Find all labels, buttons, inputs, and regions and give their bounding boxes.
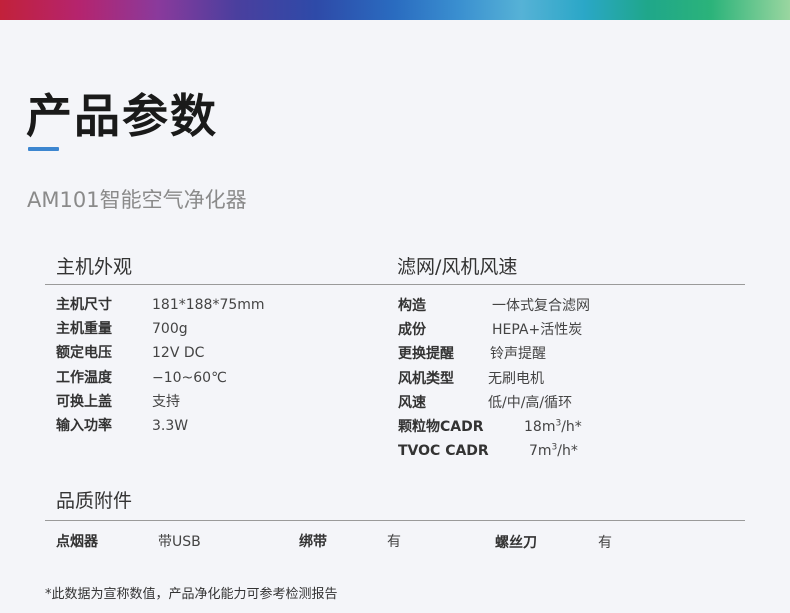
spec-row: 更换提醒 铃声提醒	[398, 344, 738, 364]
spec-value: 700g	[152, 321, 188, 337]
specs-divider	[45, 284, 745, 285]
spec-value: 18m3/h*	[524, 417, 582, 437]
spec-value: HEPA+活性炭	[492, 322, 583, 338]
accessory-label: 绑带	[299, 534, 327, 550]
spec-row: 主机尺寸 181*188*75mm	[56, 295, 356, 315]
spec-label: 构造	[398, 298, 426, 314]
cadr-value-suffix: /h*	[561, 419, 582, 435]
spec-row: 风速 低/中/高/循环	[398, 393, 738, 413]
spec-value: 181*188*75mm	[152, 297, 265, 313]
spec-label: 成份	[398, 322, 426, 338]
spec-value: 3.3W	[152, 418, 189, 434]
spec-row: 成份 HEPA+活性炭	[398, 320, 738, 340]
spec-row: 颗粒物CADR 18m3/h*	[398, 417, 738, 437]
spec-row: 输入功率 3.3W	[56, 416, 356, 436]
filter-section-heading: 滤网/风机风速	[397, 256, 518, 278]
top-banner	[0, 0, 790, 20]
spec-label: TVOC CADR	[398, 443, 489, 459]
spec-value: 低/中/高/循环	[488, 395, 573, 411]
accessory-item: 绑带 有	[299, 532, 459, 552]
product-subtitle: AM101智能空气净化器	[27, 188, 247, 212]
spec-label: 输入功率	[56, 418, 112, 434]
spec-label: 工作温度	[56, 370, 112, 386]
spec-row: 构造 一体式复合滤网	[398, 296, 738, 316]
spec-label: 风速	[398, 395, 426, 411]
spec-label: 风机类型	[398, 371, 454, 387]
spec-value: −10~60℃	[152, 370, 227, 386]
spec-label: 主机尺寸	[56, 297, 112, 313]
title-underline	[28, 147, 59, 151]
spec-row: 额定电压 12V DC	[56, 343, 356, 363]
spec-label: 更换提醒	[398, 346, 454, 362]
spec-row: 可换上盖 支持	[56, 392, 356, 412]
accessory-value: 有	[387, 534, 401, 550]
accessories-divider	[45, 520, 745, 521]
spec-label: 可换上盖	[56, 394, 112, 410]
cadr-value-suffix: /h*	[557, 443, 578, 459]
spec-row: TVOC CADR 7m3/h*	[398, 441, 738, 461]
spec-value: 支持	[152, 394, 180, 410]
spec-label: 额定电压	[56, 345, 112, 361]
spec-label: 主机重量	[56, 321, 112, 337]
spec-label: 颗粒物CADR	[398, 419, 484, 435]
spec-row: 风机类型 无刷电机	[398, 369, 738, 389]
spec-value: 一体式复合滤网	[492, 298, 590, 314]
page-title: 产品参数	[26, 89, 218, 143]
spec-value: 无刷电机	[488, 371, 544, 387]
cadr-value-prefix: 7m	[529, 443, 552, 459]
spec-value: 铃声提醒	[490, 346, 546, 362]
accessory-label: 螺丝刀	[495, 535, 537, 551]
accessory-label: 点烟器	[56, 534, 98, 550]
accessory-item: 螺丝刀 有	[495, 533, 655, 553]
spec-value: 12V DC	[152, 345, 205, 361]
host-section-heading: 主机外观	[56, 256, 133, 278]
accessories-section-heading: 品质附件	[56, 490, 133, 512]
spec-row: 主机重量 700g	[56, 319, 356, 339]
spec-value: 7m3/h*	[529, 441, 578, 461]
spec-row: 工作温度 −10~60℃	[56, 368, 356, 388]
footnote: *此数据为宣称数值，产品净化能力可参考检测报告	[45, 587, 338, 602]
accessory-item: 点烟器 带USB	[56, 532, 236, 552]
cadr-value-prefix: 18m	[524, 419, 556, 435]
accessory-value: 带USB	[158, 534, 201, 550]
accessory-value: 有	[598, 535, 612, 551]
